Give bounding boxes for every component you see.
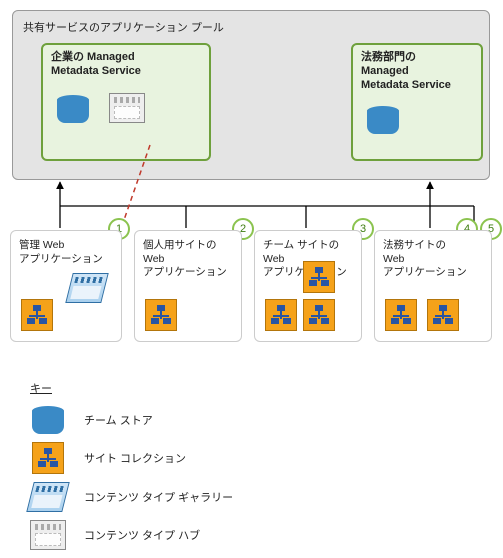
webapp-mysite-icons [145,299,177,331]
text: チーム サイトの [263,239,339,251]
text: アプリケーション [19,253,103,265]
text: 法務サイトの [383,239,446,251]
webapp-legalsite-icons [385,299,459,331]
site-collection-icon [385,299,417,331]
legend-row-content-type-hub: コンテンツ タイプ ハブ [30,520,330,550]
text: Web [143,253,164,265]
legend-row-site-collection: サイト コレクション [30,442,330,474]
text: Managed [361,65,409,77]
service-corp-title: 企業の Managed Metadata Service [51,51,201,79]
webapp-mysite-title: 個人用サイトの Web アプリケーション [143,239,233,280]
site-collection-icon [303,261,335,293]
service-legal-body [361,106,473,134]
application-pool: 共有サービスのアプリケーション プール 企業の Managed Metadata… [12,10,490,180]
text: アプリケーション [383,266,467,278]
legend-label: コンテンツ タイプ ギャラリー [84,489,233,505]
content-type-gallery-icon [65,273,108,303]
text: Web [383,253,404,265]
term-store-icon [32,406,64,434]
text: Metadata Service [361,79,451,91]
service-corp-managed-metadata: 企業の Managed Metadata Service [41,43,211,161]
diagram-root: 共有サービスのアプリケーション プール 企業の Managed Metadata… [0,0,503,535]
service-corp-body [51,93,201,123]
webapp-mysite: 個人用サイトの Web アプリケーション [134,230,242,342]
site-collection-icon [303,299,335,331]
webapp-admin: 管理 Web アプリケーション [10,230,122,342]
content-type-hub-icon [109,93,145,123]
legend-title: キー [30,380,330,396]
site-collection-icon [32,442,64,474]
term-store-icon [367,106,399,134]
text: 法務部門の [361,51,416,63]
text: 管理 Web [19,239,64,251]
site-collection-icon [265,299,297,331]
webapp-admin-title: 管理 Web アプリケーション [19,239,113,266]
webapp-legalsite: 法務サイトの Web アプリケーション [374,230,492,342]
webapp-teamsite: チーム サイトの Web アプリケーション [254,230,362,342]
legend-row-content-type-gallery: コンテンツ タイプ ギャラリー [30,482,330,512]
term-store-icon [57,95,89,123]
legend-label: チーム ストア [84,412,153,428]
text: アプリケーション [143,266,227,278]
application-pool-title: 共有サービスのアプリケーション プール [23,19,479,35]
legend: キー チーム ストア サイト コレクション コンテンツ タイプ ギャラリー コン… [30,380,330,558]
legend-label: コンテンツ タイプ ハブ [84,527,200,543]
text: Metadata Service [51,65,141,77]
content-type-hub-icon [30,520,66,550]
legend-label: サイト コレクション [84,450,186,466]
text: 企業の Managed [51,51,135,63]
site-collection-icon [145,299,177,331]
service-legal-managed-metadata: 法務部門の Managed Metadata Service [351,43,483,161]
content-type-gallery-icon [26,482,69,512]
site-collection-icon [427,299,459,331]
webapp-teamsite-icons [265,261,355,331]
webapp-admin-icons [21,299,105,331]
legend-row-term-store: チーム ストア [30,406,330,434]
text: 個人用サイトの [143,239,217,251]
webapp-legalsite-title: 法務サイトの Web アプリケーション [383,239,483,280]
service-legal-title: 法務部門の Managed Metadata Service [361,51,473,92]
site-collection-icon [21,299,53,331]
